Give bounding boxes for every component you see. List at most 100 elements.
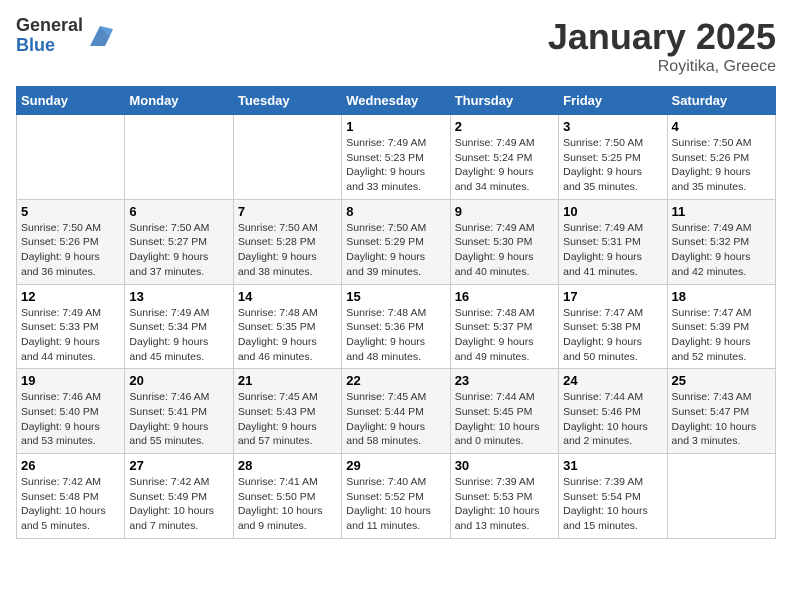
day-number: 20 xyxy=(129,373,228,388)
logo-general: General xyxy=(16,16,83,36)
calendar-cell: 21 Sunrise: 7:45 AM Sunset: 5:43 PM Dayli… xyxy=(233,369,341,454)
calendar-cell: 3Sunrise: 7:50 AM Sunset: 5:25 PM Daylig… xyxy=(559,115,667,200)
day-info: Sunrise: 7:42 AM Sunset: 5:49 PM Dayligh… xyxy=(129,475,228,534)
day-info: Sunrise: 7:48 AM Sunset: 5:36 PM Dayligh… xyxy=(346,306,445,365)
calendar-cell xyxy=(17,115,125,200)
day-info: Sunrise: 7:49 AM Sunset: 5:33 PM Dayligh… xyxy=(21,306,120,365)
day-number: 17 xyxy=(563,289,662,304)
calendar-table: SundayMondayTuesdayWednesdayThursdayFrid… xyxy=(16,86,776,539)
calendar-cell: 29Sunrise: 7:40 AM Sunset: 5:52 PM Dayli… xyxy=(342,454,450,539)
day-number: 18 xyxy=(672,289,771,304)
logo-text: General Blue xyxy=(16,16,83,56)
day-info: Sunrise: 7:44 AM Sunset: 5:45 PM Dayligh… xyxy=(455,390,554,449)
calendar-cell: 17 Sunrise: 7:47 AM Sunset: 5:38 PM Dayli… xyxy=(559,284,667,369)
day-number: 2 xyxy=(455,119,554,134)
calendar-cell xyxy=(125,115,233,200)
day-number: 25 xyxy=(672,373,771,388)
day-info: Sunrise: 7:45 AM Sunset: 5:43 PM Dayligh… xyxy=(238,390,337,449)
day-number: 15 xyxy=(346,289,445,304)
day-number: 19 xyxy=(21,373,120,388)
calendar-cell: 11 Sunrise: 7:49 AM Sunset: 5:32 PM Dayli… xyxy=(667,199,775,284)
day-info: Sunrise: 7:50 AM Sunset: 5:25 PM Dayligh… xyxy=(563,136,662,195)
calendar-cell: 26Sunrise: 7:42 AM Sunset: 5:48 PM Dayli… xyxy=(17,454,125,539)
calendar-cell: 22Sunrise: 7:45 AM Sunset: 5:44 PM Dayli… xyxy=(342,369,450,454)
day-info: Sunrise: 7:50 AM Sunset: 5:27 PM Dayligh… xyxy=(129,221,228,280)
day-number: 5 xyxy=(21,204,120,219)
calendar-cell: 4 Sunrise: 7:50 AM Sunset: 5:26 PM Daylig… xyxy=(667,115,775,200)
day-number: 16 xyxy=(455,289,554,304)
calendar-cell: 12 Sunrise: 7:49 AM Sunset: 5:33 PM Dayli… xyxy=(17,284,125,369)
calendar-cell: 1Sunrise: 7:49 AM Sunset: 5:23 PM Daylig… xyxy=(342,115,450,200)
calendar-cell xyxy=(233,115,341,200)
calendar-week: 26Sunrise: 7:42 AM Sunset: 5:48 PM Dayli… xyxy=(17,454,776,539)
day-number: 28 xyxy=(238,458,337,473)
calendar-cell: 16 Sunrise: 7:48 AM Sunset: 5:37 PM Dayli… xyxy=(450,284,558,369)
calendar-cell: 5 Sunrise: 7:50 AM Sunset: 5:26 PM Daylig… xyxy=(17,199,125,284)
calendar-cell: 23 Sunrise: 7:44 AM Sunset: 5:45 PM Dayli… xyxy=(450,369,558,454)
day-number: 8 xyxy=(346,204,445,219)
calendar-cell: 25Sunrise: 7:43 AM Sunset: 5:47 PM Dayli… xyxy=(667,369,775,454)
location: Royitika, Greece xyxy=(548,58,776,76)
day-number: 9 xyxy=(455,204,554,219)
calendar-cell: 30Sunrise: 7:39 AM Sunset: 5:53 PM Dayli… xyxy=(450,454,558,539)
day-info: Sunrise: 7:47 AM Sunset: 5:38 PM Dayligh… xyxy=(563,306,662,365)
calendar-cell: 6Sunrise: 7:50 AM Sunset: 5:27 PM Daylig… xyxy=(125,199,233,284)
calendar-cell: 7 Sunrise: 7:50 AM Sunset: 5:28 PM Daylig… xyxy=(233,199,341,284)
calendar-week: 5 Sunrise: 7:50 AM Sunset: 5:26 PM Daylig… xyxy=(17,199,776,284)
day-number: 31 xyxy=(563,458,662,473)
day-number: 7 xyxy=(238,204,337,219)
logo-icon xyxy=(85,21,115,51)
day-number: 4 xyxy=(672,119,771,134)
calendar-cell: 19 Sunrise: 7:46 AM Sunset: 5:40 PM Dayli… xyxy=(17,369,125,454)
header-day: Thursday xyxy=(450,87,558,115)
day-info: Sunrise: 7:46 AM Sunset: 5:40 PM Dayligh… xyxy=(21,390,120,449)
header-day: Saturday xyxy=(667,87,775,115)
calendar-cell: 9Sunrise: 7:49 AM Sunset: 5:30 PM Daylig… xyxy=(450,199,558,284)
day-number: 23 xyxy=(455,373,554,388)
day-info: Sunrise: 7:44 AM Sunset: 5:46 PM Dayligh… xyxy=(563,390,662,449)
calendar-cell: 24 Sunrise: 7:44 AM Sunset: 5:46 PM Dayli… xyxy=(559,369,667,454)
calendar-cell: 18Sunrise: 7:47 AM Sunset: 5:39 PM Dayli… xyxy=(667,284,775,369)
day-info: Sunrise: 7:49 AM Sunset: 5:24 PM Dayligh… xyxy=(455,136,554,195)
day-number: 12 xyxy=(21,289,120,304)
day-info: Sunrise: 7:50 AM Sunset: 5:29 PM Dayligh… xyxy=(346,221,445,280)
calendar-cell: 20 Sunrise: 7:46 AM Sunset: 5:41 PM Dayli… xyxy=(125,369,233,454)
calendar-cell: 14Sunrise: 7:48 AM Sunset: 5:35 PM Dayli… xyxy=(233,284,341,369)
calendar-week: 19 Sunrise: 7:46 AM Sunset: 5:40 PM Dayli… xyxy=(17,369,776,454)
day-info: Sunrise: 7:50 AM Sunset: 5:26 PM Dayligh… xyxy=(672,136,771,195)
day-number: 24 xyxy=(563,373,662,388)
header-day: Wednesday xyxy=(342,87,450,115)
header-row: SundayMondayTuesdayWednesdayThursdayFrid… xyxy=(17,87,776,115)
calendar-week: 12 Sunrise: 7:49 AM Sunset: 5:33 PM Dayli… xyxy=(17,284,776,369)
day-info: Sunrise: 7:42 AM Sunset: 5:48 PM Dayligh… xyxy=(21,475,120,534)
day-info: Sunrise: 7:46 AM Sunset: 5:41 PM Dayligh… xyxy=(129,390,228,449)
calendar-cell: 27 Sunrise: 7:42 AM Sunset: 5:49 PM Dayli… xyxy=(125,454,233,539)
logo-blue: Blue xyxy=(16,36,83,56)
calendar-cell: 8 Sunrise: 7:50 AM Sunset: 5:29 PM Daylig… xyxy=(342,199,450,284)
day-info: Sunrise: 7:40 AM Sunset: 5:52 PM Dayligh… xyxy=(346,475,445,534)
header-day: Sunday xyxy=(17,87,125,115)
month-title: January 2025 xyxy=(548,16,776,58)
day-info: Sunrise: 7:49 AM Sunset: 5:23 PM Dayligh… xyxy=(346,136,445,195)
day-number: 13 xyxy=(129,289,228,304)
day-info: Sunrise: 7:39 AM Sunset: 5:54 PM Dayligh… xyxy=(563,475,662,534)
calendar-header: SundayMondayTuesdayWednesdayThursdayFrid… xyxy=(17,87,776,115)
header-day: Tuesday xyxy=(233,87,341,115)
day-info: Sunrise: 7:49 AM Sunset: 5:32 PM Dayligh… xyxy=(672,221,771,280)
calendar-body: 1Sunrise: 7:49 AM Sunset: 5:23 PM Daylig… xyxy=(17,115,776,539)
calendar-cell: 15 Sunrise: 7:48 AM Sunset: 5:36 PM Dayli… xyxy=(342,284,450,369)
day-info: Sunrise: 7:50 AM Sunset: 5:28 PM Dayligh… xyxy=(238,221,337,280)
header-day: Monday xyxy=(125,87,233,115)
calendar-cell xyxy=(667,454,775,539)
day-info: Sunrise: 7:50 AM Sunset: 5:26 PM Dayligh… xyxy=(21,221,120,280)
day-info: Sunrise: 7:49 AM Sunset: 5:31 PM Dayligh… xyxy=(563,221,662,280)
day-info: Sunrise: 7:48 AM Sunset: 5:37 PM Dayligh… xyxy=(455,306,554,365)
calendar-cell: 31 Sunrise: 7:39 AM Sunset: 5:54 PM Dayli… xyxy=(559,454,667,539)
day-number: 21 xyxy=(238,373,337,388)
day-number: 11 xyxy=(672,204,771,219)
day-number: 27 xyxy=(129,458,228,473)
day-info: Sunrise: 7:41 AM Sunset: 5:50 PM Dayligh… xyxy=(238,475,337,534)
day-number: 30 xyxy=(455,458,554,473)
calendar-cell: 10Sunrise: 7:49 AM Sunset: 5:31 PM Dayli… xyxy=(559,199,667,284)
day-info: Sunrise: 7:48 AM Sunset: 5:35 PM Dayligh… xyxy=(238,306,337,365)
